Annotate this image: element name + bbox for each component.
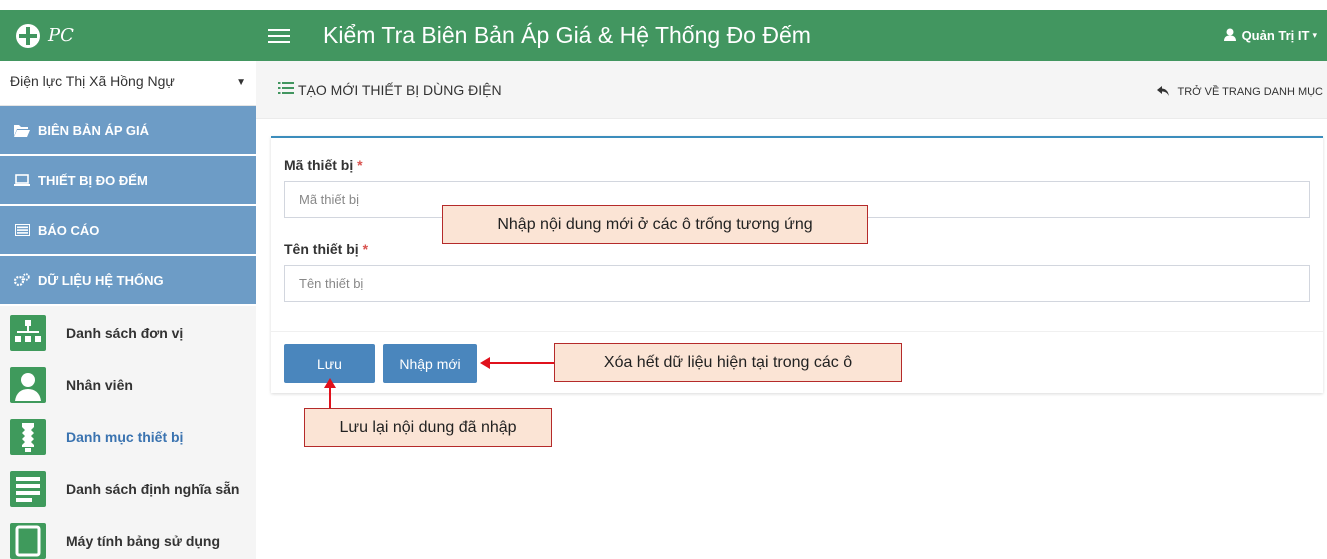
user-name: Quản Trị IT [1241,28,1310,43]
reply-arrow-icon [1157,85,1170,99]
callout-input-hint: Nhập nội dung mới ở các ô trống tương ứn… [442,205,868,244]
sidebar-item-label: Danh mục thiết bị [66,428,184,445]
reset-button[interactable]: Nhập mới [383,344,477,383]
unit-select-value: Điện lực Thị Xã Hồng Ngự [10,73,175,89]
gears-icon [12,273,32,287]
laptop-icon [12,174,32,186]
device-code-label: Mã thiết bị * [284,157,363,173]
device-name-label: Tên thiết bị * [284,241,368,257]
user-menu[interactable]: Quản Trị IT ▾ [1223,10,1317,61]
menu-group-bao-cao[interactable]: BÁO CÁO [0,206,256,256]
device-name-label-text: Tên thiết bị [284,241,359,257]
back-link-label: TRỞ VỀ TRANG DANH MỤC [1177,86,1323,98]
unit-select[interactable]: Điện lực Thị Xã Hồng Ngự ▼ [0,61,256,106]
app-root: PC Điện lực Thị Xã Hồng Ngự ▼ BIÊN BẢN Á… [0,0,1327,559]
arrow-to-reset-button [480,357,554,369]
sidebar: PC Điện lực Thị Xã Hồng Ngự ▼ BIÊN BẢN Á… [0,0,256,559]
sidebar-item-nhan-vien[interactable]: Nhân viên [0,358,256,412]
sidebar-item-danh-sach-dinh-nghia-san[interactable]: Danh sách định nghĩa sẵn [0,462,256,516]
list-alt-icon [12,224,32,236]
page-title-text: TẠO MỚI THIẾT BỊ DÙNG ĐIỆN [298,82,502,98]
caret-down-icon: ▼ [236,77,246,88]
brand[interactable]: PC [0,10,256,61]
power-logo-icon [16,23,40,48]
menu-group-du-lieu-he-thong[interactable]: DỮ LIỆU HỆ THỐNG [0,256,256,306]
sidebar-item-label: Nhân viên [66,376,133,393]
user-icon [1223,28,1236,44]
required-mark: * [357,157,363,173]
sidebar-item-label: Danh sách định nghĩa sẵn [66,480,240,497]
menu-group-label: BÁO CÁO [38,222,100,238]
form-footer-divider [271,331,1323,332]
back-to-list-link[interactable]: TRỞ VỀ TRANG DANH MỤC [1157,85,1323,99]
menu-group-label: THIẾT BỊ ĐO ĐẾM [38,172,148,188]
sidebar-item-label: Máy tính bảng sử dụng [66,532,221,549]
required-mark: * [362,241,369,257]
caret-down-icon: ▾ [1312,30,1317,40]
menu-group-label: BIÊN BẢN ÁP GIÁ [38,122,149,138]
arrow-to-save-button [324,378,336,409]
menu-group-label: DỮ LIỆU HỆ THỐNG [38,272,164,288]
menu-group-bien-ban-ap-gia[interactable]: BIÊN BẢN ÁP GIÁ [0,106,256,156]
sidebar-item-danh-muc-thiet-bi[interactable]: Danh mục thiết bị [0,410,256,464]
content-header: TẠO MỚI THIẾT BỊ DÙNG ĐIỆN TRỞ VỀ TRANG … [256,61,1327,119]
callout-save-hint: Lưu lại nội dung đã nhập [304,408,552,447]
list-icon [278,81,294,99]
page-title: TẠO MỚI THIẾT BỊ DÙNG ĐIỆN [278,81,502,99]
brand-text: PC [48,25,74,46]
device-code-label-text: Mã thiết bị [284,157,354,173]
menu-group-thiet-bi-do-dem[interactable]: THIẾT BỊ ĐO ĐẾM [0,156,256,206]
device-name-input[interactable] [284,265,1310,302]
sidebar-item-may-tinh-bang-su-dung[interactable]: Máy tính bảng sử dụng [0,514,256,559]
sidebar-item-label: Danh sách đơn vị [66,324,184,341]
app-title: Kiểm Tra Biên Bản Áp Giá & Hệ Thống Đo Đ… [323,22,811,48]
sidebar-item-danh-sach-don-vi[interactable]: Danh sách đơn vị [0,306,256,360]
callout-reset-hint: Xóa hết dữ liệu hiện tại trong các ô [554,343,902,382]
hamburger-menu-icon[interactable] [268,28,290,43]
top-navbar: Kiểm Tra Biên Bản Áp Giá & Hệ Thống Đo Đ… [256,10,1327,61]
folder-open-icon [12,124,32,137]
lightbulb-icon [10,418,46,455]
tablet-icon [10,522,46,559]
document-list-icon [10,470,46,507]
user-icon [10,366,46,403]
org-chart-icon [10,314,46,351]
